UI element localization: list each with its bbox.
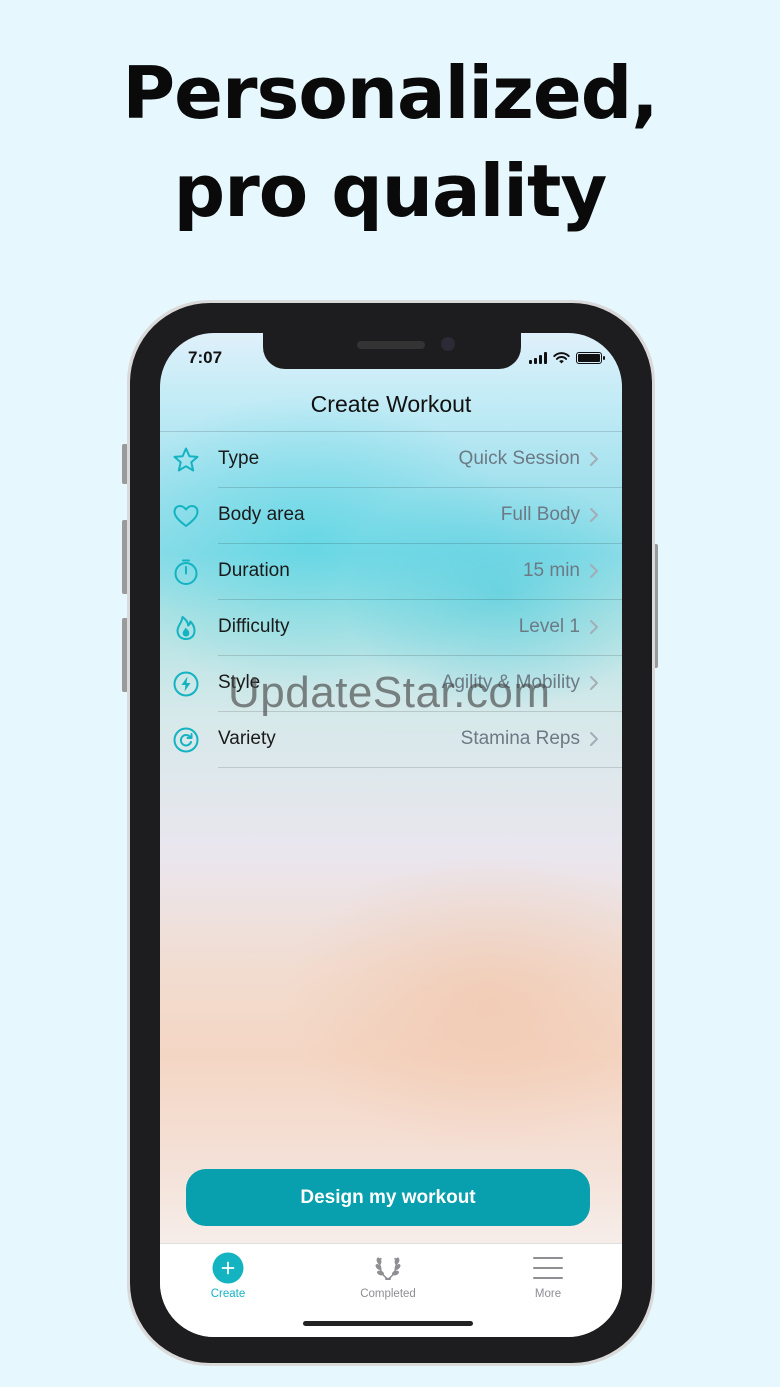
- marketing-headline: Personalized, pro quality: [0, 44, 780, 240]
- phone-frame: 7:07 Create Workout Type Quick Session B…: [127, 300, 655, 1366]
- chevron-right-icon: [590, 732, 598, 746]
- design-workout-button[interactable]: Design my workout: [186, 1169, 590, 1226]
- page-title: Create Workout: [310, 391, 472, 417]
- star-icon: [173, 447, 199, 472]
- headline-line-2: pro quality: [173, 149, 608, 233]
- tab-completed[interactable]: Completed: [338, 1252, 438, 1300]
- phone-bezel: 7:07 Create Workout Type Quick Session B…: [130, 303, 652, 1363]
- setting-value: Agility & Mobility: [441, 672, 580, 693]
- settings-list: Type Quick Session Body area Full Body D…: [160, 432, 622, 768]
- setting-row-duration[interactable]: Duration 15 min: [160, 544, 622, 600]
- status-time: 7:07: [188, 348, 223, 367]
- phone-screen: 7:07 Create Workout Type Quick Session B…: [160, 333, 622, 1337]
- chevron-right-icon: [590, 564, 598, 578]
- setting-label: Difficulty: [218, 616, 290, 637]
- refresh-icon: [173, 727, 199, 753]
- home-indicator[interactable]: [303, 1321, 473, 1326]
- setting-value: Quick Session: [458, 448, 580, 469]
- cellular-signal-icon: [529, 352, 547, 364]
- speaker-grille: [357, 341, 425, 349]
- wifi-icon: [553, 352, 570, 364]
- setting-label: Style: [218, 672, 261, 693]
- tab-label: More: [534, 1288, 562, 1300]
- stopwatch-icon: [174, 559, 198, 585]
- setting-value: Full Body: [500, 504, 580, 525]
- notch: [263, 333, 521, 369]
- setting-label: Variety: [218, 728, 276, 749]
- setting-label: Type: [218, 448, 260, 469]
- heart-icon: [173, 505, 199, 527]
- front-camera: [441, 337, 455, 351]
- bolt-icon: [173, 671, 199, 697]
- chevron-right-icon: [590, 508, 598, 522]
- chevron-right-icon: [590, 452, 598, 466]
- tab-more[interactable]: More: [498, 1252, 598, 1300]
- setting-label: Body area: [218, 504, 305, 525]
- laurel-icon: [372, 1252, 404, 1284]
- setting-row-difficulty[interactable]: Difficulty Level 1: [160, 600, 622, 656]
- background-blur: [280, 853, 622, 1153]
- headline-line-1: Personalized,: [122, 51, 658, 135]
- battery-icon: [576, 352, 605, 364]
- setting-row-type[interactable]: Type Quick Session: [160, 432, 622, 488]
- setting-row-style[interactable]: Style Agility & Mobility: [160, 656, 622, 712]
- setting-label: Duration: [218, 560, 290, 581]
- chevron-right-icon: [590, 676, 598, 690]
- tab-label: Create: [210, 1288, 246, 1300]
- status-icons: [529, 351, 605, 364]
- divider: [218, 767, 622, 768]
- setting-value: 15 min: [522, 560, 580, 581]
- chevron-right-icon: [590, 620, 598, 634]
- tab-create[interactable]: Create: [178, 1252, 278, 1300]
- setting-row-variety[interactable]: Variety Stamina Reps: [160, 712, 622, 768]
- tab-label: Completed: [360, 1288, 416, 1300]
- setting-row-body-area[interactable]: Body area Full Body: [160, 488, 622, 544]
- menu-icon: [532, 1252, 564, 1284]
- plus-circle-icon: [212, 1252, 244, 1284]
- setting-value: Level 1: [518, 616, 580, 637]
- flame-icon: [176, 616, 196, 640]
- setting-value: Stamina Reps: [460, 728, 580, 749]
